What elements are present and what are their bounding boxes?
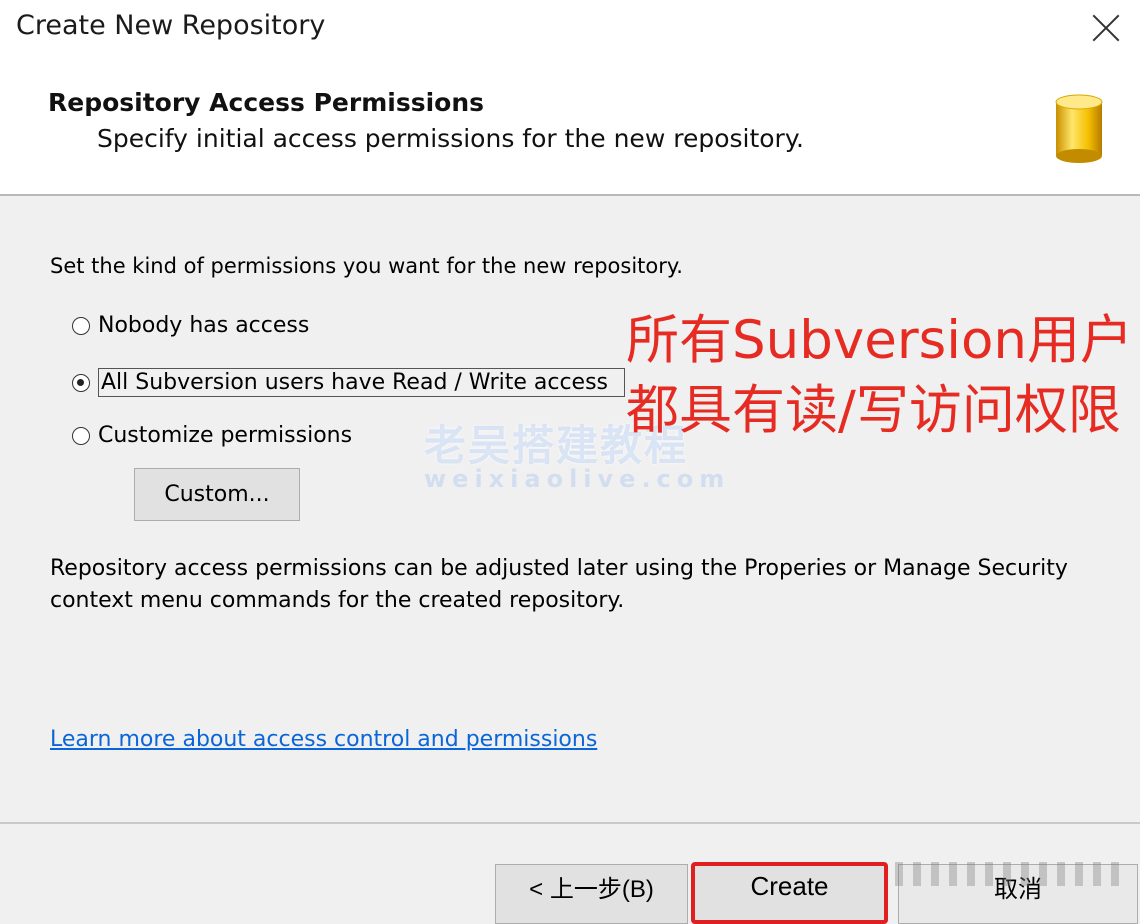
close-icon[interactable] [1090, 12, 1122, 44]
radio-button[interactable] [72, 373, 90, 392]
annotation-text: 所有Subversion用户都具有读/写访问权限 [626, 310, 1133, 441]
blurred-stamp [895, 862, 1120, 886]
radio-label: Customize permissions [98, 423, 353, 448]
page-title: Repository Access Permissions [48, 88, 484, 117]
radio-button[interactable] [72, 426, 90, 445]
radio-all-users[interactable]: All Subversion users have Read / Write a… [72, 368, 626, 397]
radio-customize[interactable]: Customize permissions [72, 423, 352, 448]
footer-divider [0, 822, 1140, 824]
radio-button[interactable] [72, 316, 90, 335]
intro-text: Set the kind of permissions you want for… [50, 254, 683, 278]
learn-more-link[interactable]: Learn more about access control and perm… [50, 727, 597, 752]
create-button[interactable]: Create [691, 862, 888, 924]
database-icon [1055, 94, 1103, 163]
dialog-header: Create New Repository Repository Access … [0, 0, 1140, 196]
radio-label: All Subversion users have Read / Write a… [98, 368, 626, 397]
window-title: Create New Repository [16, 10, 326, 41]
watermark-url: weixiaolive.com [424, 465, 731, 493]
radio-label: Nobody has access [98, 313, 310, 338]
back-button[interactable]: < 上一步(B) [495, 864, 688, 924]
custom-button[interactable]: Custom... [134, 468, 300, 521]
permissions-note: Repository access permissions can be adj… [50, 556, 1068, 613]
page-subtitle: Specify initial access permissions for t… [97, 124, 805, 153]
radio-nobody[interactable]: Nobody has access [72, 313, 309, 338]
